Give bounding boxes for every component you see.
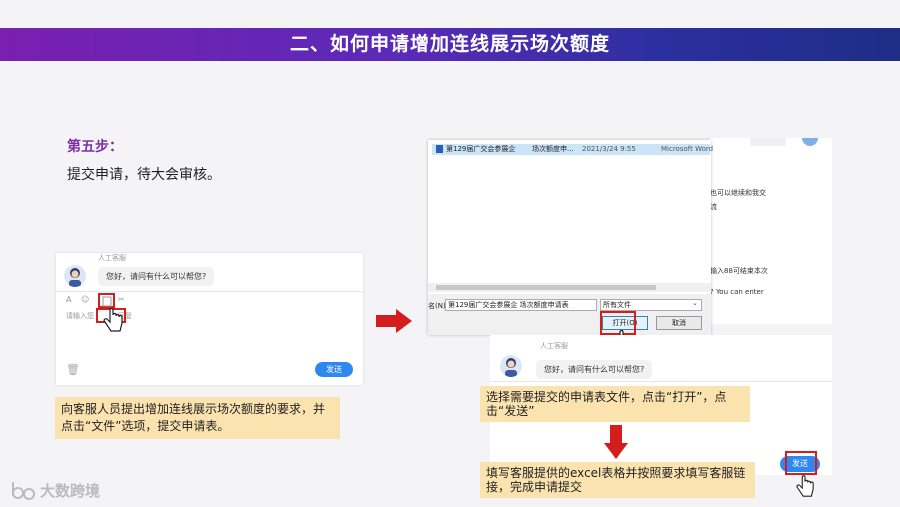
avatar	[64, 265, 86, 287]
scissors-icon[interactable]: ✂	[118, 295, 125, 304]
avatar	[802, 138, 818, 146]
logo-icon	[10, 478, 40, 504]
step-description: 提交申请，待大会审核。	[67, 167, 221, 183]
cancel-button[interactable]: 取消	[656, 316, 702, 330]
agent-label: 人工客服	[98, 254, 126, 262]
scrollbar-thumb[interactable]	[436, 285, 656, 290]
right-chat-panel: 也可以继续和我交 流 输入88可结束本次 ? You can enter	[710, 138, 832, 324]
hand-cursor-icon	[102, 307, 124, 340]
snippet-line: 也可以继续和我交	[710, 189, 766, 197]
mid-caption: 选择需要提交的申请表文件，点击“打开”，点击“发送”	[480, 386, 750, 422]
logo-text: 大数跨境	[40, 482, 101, 500]
file-type-select[interactable]: 所有文件	[600, 299, 702, 311]
file-type: Microsoft Word	[661, 145, 714, 153]
font-icon[interactable]: A	[66, 295, 71, 304]
send-button[interactable]: 发送	[315, 362, 353, 377]
filename-input[interactable]: 第129届广交会参展企 场次额度申请表	[445, 299, 597, 311]
file-row[interactable]: 第129届广交会参展企 场次额度申... 2021/3/24 9:55 Micr…	[432, 144, 714, 155]
avatar	[500, 355, 522, 377]
word-file-icon	[436, 145, 443, 153]
emoji-icon[interactable]: ☺	[81, 295, 89, 304]
agent-label: 人工客服	[540, 342, 568, 350]
hand-cursor-icon	[795, 475, 815, 505]
file-name-suffix: 场次额度申...	[532, 145, 574, 153]
chevron-down-icon[interactable]: ⌄	[692, 299, 698, 307]
snippet-line: ? You can enter	[710, 288, 764, 296]
arrow-down-icon	[604, 425, 628, 463]
bottom-caption: 填写客服提供的excel表格并按照要求填写客服链接，完成申请提交	[480, 462, 755, 498]
snippet-line: 流	[710, 203, 717, 211]
file-date: 2021/3/24 9:55	[582, 145, 636, 153]
file-open-dialog: 第129届广交会参展企 场次额度申... 2021/3/24 9:55 Micr…	[428, 140, 714, 354]
trash-icon[interactable]: 🗑	[66, 363, 80, 376]
bubble-stub	[750, 138, 786, 146]
file-name: 第129届广交会参展企	[446, 145, 516, 153]
file-button-highlight[interactable]	[98, 293, 115, 308]
divider	[490, 381, 832, 382]
left-caption: 向客服人员提出增加连线展示场次额度的要求，并点击“文件”选项，提交申请表。	[55, 397, 340, 439]
chat-input[interactable]: 请输入您	[66, 311, 94, 321]
snippet-line: 输入88可结束本次	[710, 267, 768, 275]
page-title: 二、如何申请增加连线展示场次额度	[289, 33, 610, 55]
step-title: 第五步：	[67, 139, 123, 155]
greeting-bubble: 您好，请问有什么可以帮您?	[536, 360, 653, 379]
arrow-right-icon	[376, 309, 412, 337]
horizontal-scrollbar[interactable]	[428, 283, 711, 292]
greeting-bubble: 您好，请问有什么可以帮您?	[98, 267, 215, 286]
left-chat-panel: 人工客服 您好，请问有什么可以帮您? A ☺ ✂ 请输入您 回复 🗑 发送	[56, 253, 363, 385]
divider	[56, 291, 363, 292]
send-button-highlight	[785, 451, 817, 475]
